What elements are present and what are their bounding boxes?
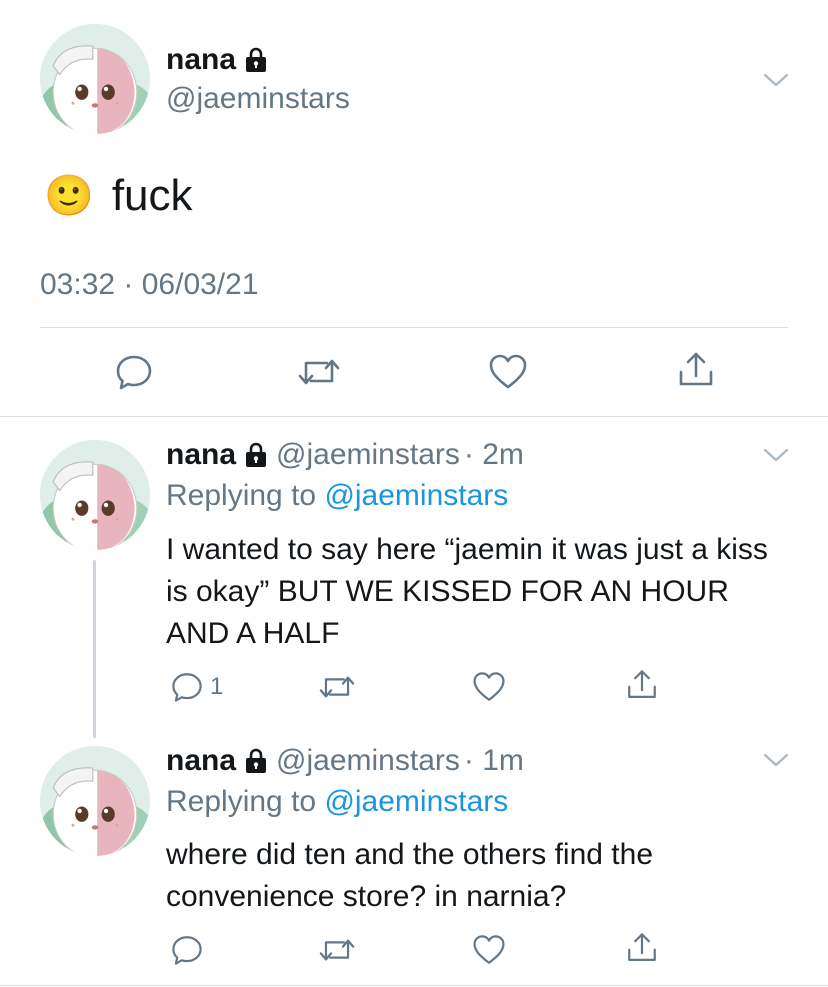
reply-header[interactable]: nana @jaeminstars · 1m — [166, 744, 524, 778]
chevron-down-icon[interactable] — [763, 447, 789, 463]
reply-header[interactable]: nana @jaeminstars · 2m — [166, 438, 524, 472]
reply-button[interactable] — [170, 933, 204, 967]
like-button[interactable] — [472, 933, 506, 967]
reply-time: · 2m — [463, 438, 524, 471]
mention-link[interactable]: @jaeminstars — [324, 785, 508, 818]
avatar[interactable] — [40, 24, 150, 134]
author-handle[interactable]: @jaeminstars — [166, 82, 350, 116]
tweet-body: 🙂 fuck — [44, 170, 193, 222]
slightly-smiling-emoji: 🙂 — [44, 173, 94, 219]
retweet-button[interactable] — [318, 670, 356, 704]
divider — [40, 327, 788, 328]
avatar[interactable] — [40, 746, 150, 856]
reply-icon — [114, 352, 154, 392]
author-handle: @jaeminstars — [276, 744, 460, 777]
like-icon — [472, 670, 506, 704]
like-icon — [488, 352, 528, 392]
avatar[interactable] — [40, 440, 150, 550]
replying-to: Replying to @jaeminstars — [166, 785, 508, 819]
avatar-image — [40, 440, 150, 550]
share-button[interactable] — [625, 668, 659, 702]
reply-icon — [170, 670, 204, 704]
mention-link[interactable]: @jaeminstars — [324, 479, 508, 512]
reply-icon — [170, 933, 204, 967]
tweet-text: fuck — [111, 171, 193, 220]
lock-icon — [244, 748, 268, 774]
retweet-icon — [318, 670, 356, 704]
like-icon — [472, 933, 506, 967]
like-button[interactable] — [488, 352, 528, 392]
author-name[interactable]: nana — [166, 43, 268, 77]
author-handle: @jaeminstars — [276, 438, 460, 471]
reply-count: 1 — [210, 673, 224, 700]
author-name-label: nana — [166, 744, 237, 777]
reply-button[interactable]: 1 — [170, 670, 223, 704]
reply-text: where did ten and the others find the co… — [166, 838, 654, 913]
thread-line — [93, 560, 96, 738]
divider — [0, 985, 828, 986]
share-button[interactable] — [625, 931, 659, 965]
share-icon — [676, 350, 716, 390]
author-name-label: nana — [166, 438, 237, 471]
divider — [0, 416, 828, 417]
share-button[interactable] — [676, 350, 716, 390]
chevron-down-icon[interactable] — [763, 752, 789, 768]
like-button[interactable] — [472, 670, 506, 704]
replying-to-label: Replying to — [166, 479, 317, 512]
lock-icon — [244, 47, 268, 73]
replying-to: Replying to @jaeminstars — [166, 479, 508, 513]
tweet-timestamp[interactable]: 03:32 · 06/03/21 — [40, 268, 259, 302]
share-icon — [625, 668, 659, 702]
retweet-button[interactable] — [318, 933, 356, 967]
author-name-label: nana — [166, 43, 237, 76]
retweet-icon — [297, 352, 341, 392]
reply-time: · 1m — [463, 744, 524, 777]
retweet-icon — [318, 933, 356, 967]
replying-to-label: Replying to — [166, 785, 317, 818]
retweet-button[interactable] — [297, 352, 341, 392]
lock-icon — [244, 442, 268, 468]
reply-text: I wanted to say here “jaemin it was just… — [166, 533, 768, 650]
avatar-image — [40, 24, 150, 134]
chevron-down-icon[interactable] — [763, 72, 789, 88]
reply-button[interactable] — [114, 352, 154, 392]
avatar-image — [40, 746, 150, 856]
share-icon — [625, 931, 659, 965]
